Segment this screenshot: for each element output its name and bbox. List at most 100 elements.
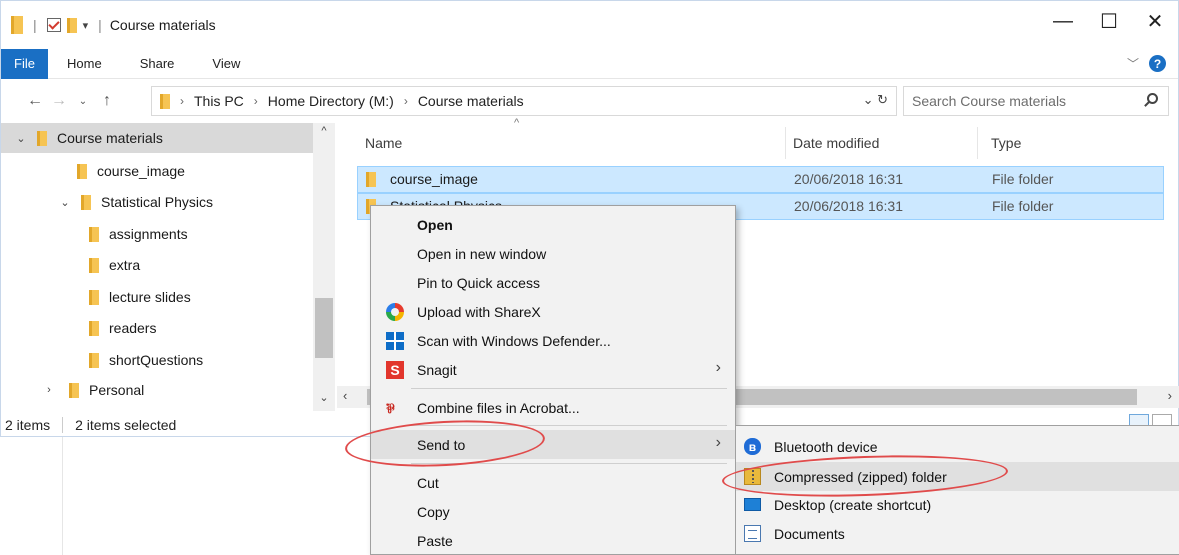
menu-item-copy[interactable]: Copy [371,497,735,526]
context-menu: Open Open in new window Pin to Quick acc… [370,205,736,555]
folder-icon [11,16,23,34]
nav-item-label: Course materials [57,130,163,146]
menu-item-pin-to-quick-access[interactable]: Pin to Quick access [371,268,735,297]
chevron-down-icon[interactable]: ⌄ [57,196,73,209]
menu-item-cut[interactable]: Cut [371,468,735,497]
chevron-down-icon[interactable]: ⌄ [13,132,29,145]
folder-icon [81,194,91,210]
tab-file[interactable]: File [1,48,48,79]
acrobat-icon: ⅌ [386,401,395,416]
nav-item-label: Statistical Physics [101,194,214,210]
submenu-item-label: Desktop (create shortcut) [774,496,932,513]
menu-item-label: Cut [417,474,439,491]
new-folder-icon[interactable] [66,17,77,33]
nav-item-course-image[interactable]: course_image [1,156,313,186]
nav-item-label: Personal [89,382,145,398]
window-controls: — ☐ ✕ [1040,1,1178,41]
nav-item-personal[interactable]: › Personal [1,375,313,405]
title-bar: | ▾ | Course materials — ☐ ✕ [1,1,1178,49]
close-button[interactable]: ✕ [1132,1,1178,41]
submenu-item-documents[interactable]: Documents [736,519,1179,548]
ribbon: File Home Share View ﹀ ? [1,48,1178,79]
scroll-down-icon[interactable]: ⌄ [313,391,335,404]
search-icon[interactable] [1147,93,1158,104]
breadcrumb-course-materials[interactable]: Course materials [418,93,524,109]
bluetooth-icon: ʙ [744,438,761,455]
tab-share[interactable]: Share [121,56,194,71]
column-header-name[interactable]: Name [365,123,402,163]
nav-item-statistical-physics[interactable]: ⌄ Statistical Physics [1,187,313,217]
selection-count: 2 items selected [75,416,177,433]
back-icon[interactable]: ← [23,92,47,110]
menu-item-paste[interactable]: Paste [371,526,735,555]
menu-item-open[interactable]: Open [371,210,735,239]
file-date: 20/06/2018 16:31 [794,171,903,187]
navigation-pane: ⌄ Course materials course_image ⌄ Statis… [1,123,337,411]
nav-item-assignments[interactable]: assignments [1,219,313,249]
menu-item-scan-with-windows-defender[interactable]: Scan with Windows Defender... [371,326,735,355]
customize-toolbar-icon[interactable]: ▾ [83,19,89,32]
tab-view[interactable]: View [193,56,259,71]
menu-item-label: Open in new window [417,245,547,262]
menu-item-snagit[interactable]: S Snagit › [371,355,735,384]
menu-item-label: Snagit [417,361,457,378]
folder-icon [89,320,99,336]
window-title: Course materials [109,17,216,33]
recent-locations-icon[interactable]: ⌄ [71,96,95,107]
breadcrumb-this-pc[interactable]: This PC [194,93,244,109]
scroll-left-icon[interactable]: ‹ [343,388,347,403]
menu-item-combine-files-in-acrobat[interactable]: ⅌ Combine files in Acrobat... [371,393,735,422]
scrollbar-thumb[interactable] [315,298,333,358]
folder-icon [366,172,376,187]
breadcrumb-home-directory[interactable]: Home Directory (M:) [268,93,394,109]
scroll-right-icon[interactable]: › [1168,388,1172,403]
folder-icon [160,93,170,109]
sharex-icon [386,303,404,321]
menu-item-label: Upload with ShareX [417,303,541,320]
nav-item-shortquestions[interactable]: shortQuestions [1,345,313,375]
menu-item-label: Scan with Windows Defender... [417,332,611,349]
item-count: 2 items [5,416,51,433]
file-type: File folder [992,171,1054,187]
nav-item-lecture-slides[interactable]: lecture slides [1,282,313,312]
menu-item-label: Pin to Quick access [417,274,540,291]
nav-scrollbar[interactable]: ^ ⌄ [313,123,335,411]
nav-item-course-materials[interactable]: ⌄ Course materials [1,123,313,153]
menu-item-upload-with-sharex[interactable]: Upload with ShareX [371,297,735,326]
menu-item-open-in-new-window[interactable]: Open in new window [371,239,735,268]
nav-item-label: shortQuestions [109,352,204,368]
up-icon[interactable]: ↑ [95,92,119,110]
chevron-right-icon: › [715,359,721,376]
forward-icon[interactable]: → [47,92,71,110]
quick-access-toolbar: | ▾ | [1,16,106,34]
file-type: File folder [992,198,1054,214]
nav-item-label: assignments [109,226,188,242]
folder-icon [77,163,87,179]
tab-home[interactable]: Home [48,56,121,71]
expand-ribbon-icon[interactable]: ﹀ [1127,55,1139,72]
maximize-button[interactable]: ☐ [1086,1,1132,41]
chevron-right-icon: › [715,434,721,451]
nav-item-label: extra [109,257,141,273]
address-bar[interactable]: › This PC › Home Directory (M:) › Course… [151,86,897,116]
help-icon[interactable]: ? [1149,55,1166,72]
submenu-item-label: Bluetooth device [774,438,878,455]
column-header-type[interactable]: Type [991,123,1021,163]
properties-icon[interactable] [46,18,61,32]
nav-item-extra[interactable]: extra [1,250,313,280]
submenu-item-label: Documents [774,525,845,542]
folder-icon [69,382,79,398]
folder-icon [89,257,99,273]
nav-item-readers[interactable]: readers [1,313,313,343]
search-placeholder: Search Course materials [912,93,1067,109]
minimize-button[interactable]: — [1040,1,1086,41]
nav-item-label: readers [109,320,157,336]
snagit-icon: S [386,361,404,379]
refresh-icon[interactable]: ⌄ ↻ [863,92,888,108]
column-header-date-modified[interactable]: Date modified [793,123,879,163]
file-row[interactable]: course_image 20/06/2018 16:31 File folde… [357,166,1164,193]
search-input[interactable]: Search Course materials [903,86,1169,116]
scroll-up-icon[interactable]: ^ [313,125,335,137]
chevron-right-icon[interactable]: › [41,384,57,396]
folder-icon [89,226,99,242]
